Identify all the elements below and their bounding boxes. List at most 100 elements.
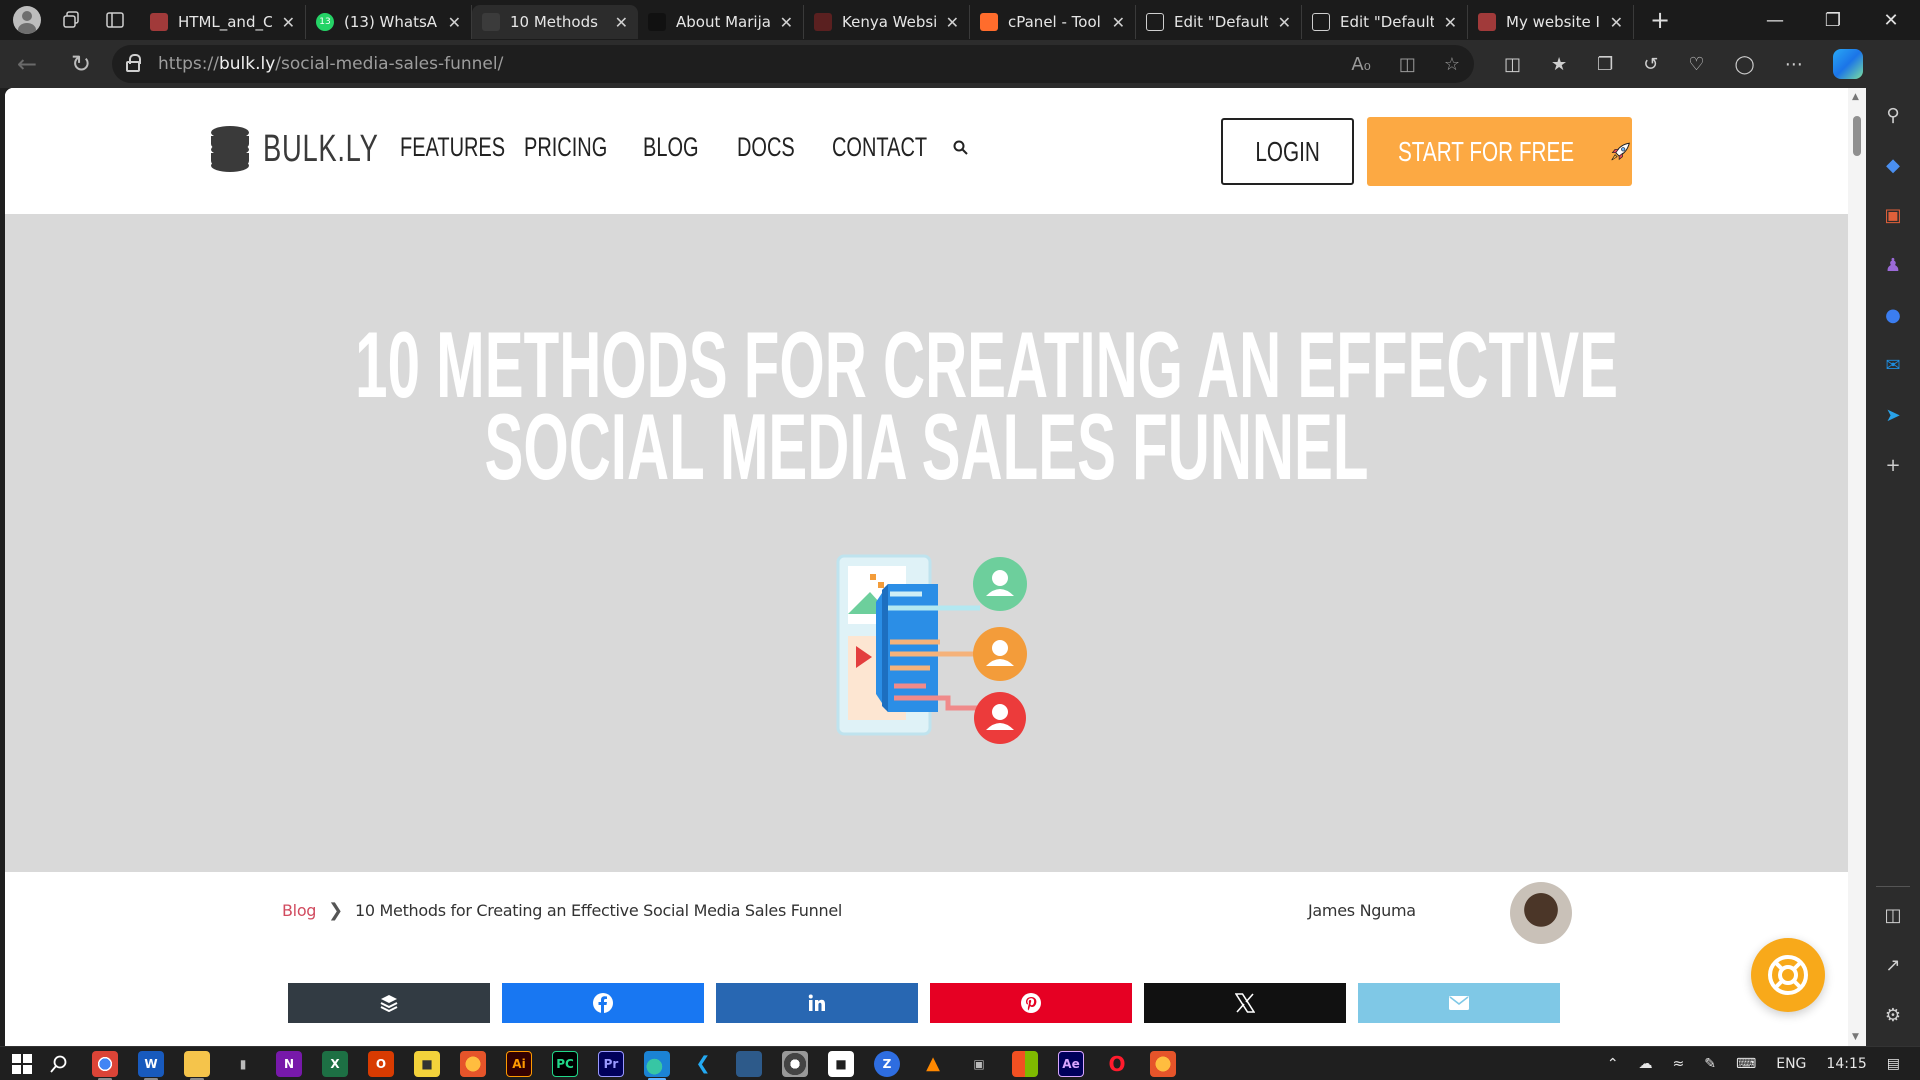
tab-close-icon[interactable]: ✕ (946, 13, 959, 32)
workspaces-icon[interactable] (56, 5, 86, 35)
browser-tab[interactable]: cPanel - Tool ✕ (970, 5, 1136, 39)
browser-tab[interactable]: About Marija ✕ (638, 5, 804, 39)
taskbar-search-icon[interactable] (46, 1051, 72, 1077)
after-effects-icon[interactable]: Ae (1058, 1050, 1084, 1077)
chrome-icon[interactable] (92, 1050, 118, 1080)
opera-icon[interactable]: O (1104, 1051, 1130, 1077)
menu-contact[interactable]: CONTACT (832, 132, 927, 163)
file-explorer-icon[interactable] (184, 1050, 210, 1080)
tab-close-icon[interactable]: ✕ (780, 13, 793, 32)
browser-tab[interactable]: 13 (13) WhatsAp ✕ (306, 5, 472, 39)
share-buffer-button[interactable] (288, 983, 490, 1023)
premiere-icon[interactable]: Pr (598, 1050, 624, 1077)
copilot-sidebar-icon[interactable]: ● (1880, 302, 1906, 328)
wifi-icon[interactable]: ≈ (1673, 1056, 1685, 1072)
refresh-button[interactable]: ↻ (54, 50, 108, 78)
obs-icon[interactable] (782, 1050, 808, 1077)
tab-actions-icon[interactable] (100, 5, 130, 35)
split-screen-icon[interactable]: ◫ (1504, 54, 1521, 75)
breadcrumb-blog-link[interactable]: Blog (282, 901, 316, 920)
tools-icon[interactable]: ▣ (1880, 202, 1906, 228)
address-bar[interactable]: https://bulk.ly/social-media-sales-funne… (112, 45, 1474, 83)
tab-close-icon[interactable]: ✕ (1610, 13, 1623, 32)
collections-icon[interactable]: ❐ (1597, 54, 1613, 75)
games-icon[interactable]: ♟ (1880, 252, 1906, 278)
help-lifebuoy-button[interactable] (1751, 938, 1825, 1012)
microsoft-store-icon[interactable] (1012, 1050, 1038, 1077)
tab-close-icon[interactable]: ✕ (448, 13, 461, 32)
browser-tab[interactable]: Kenya Websi ✕ (804, 5, 970, 39)
favorites-icon[interactable]: ★ (1551, 54, 1567, 75)
edge-icon[interactable] (644, 1050, 670, 1080)
share-linkedin-button[interactable] (716, 983, 918, 1023)
usb-device-icon[interactable]: ▮ (230, 1051, 256, 1077)
menu-pricing[interactable]: PRICING (524, 132, 607, 163)
settings-gear-icon[interactable]: ⚙ (1880, 1002, 1906, 1028)
windows-start-button[interactable] (0, 1053, 44, 1074)
office-icon[interactable]: O (368, 1050, 394, 1077)
bulkly-logo[interactable]: BULK.LY (211, 126, 393, 172)
scrollbar-thumb[interactable] (1853, 116, 1861, 156)
search-icon[interactable]: ⚲ (1880, 102, 1906, 128)
menu-features[interactable]: FEATURES (400, 132, 505, 163)
copilot-icon[interactable] (1832, 49, 1863, 79)
menu-docs[interactable]: DOCS (737, 132, 795, 163)
immersive-reader-icon[interactable]: ◫ (1399, 54, 1416, 75)
author-avatar[interactable] (1510, 882, 1572, 944)
word-icon[interactable]: W (138, 1050, 164, 1080)
touch-keyboard-icon[interactable]: ⌨ (1736, 1056, 1756, 1072)
pen-icon[interactable]: ✎ (1704, 1056, 1716, 1072)
share-facebook-button[interactable] (502, 983, 704, 1023)
url-text[interactable]: https://bulk.ly/social-media-sales-funne… (158, 54, 503, 74)
external-link-icon[interactable]: ↗ (1880, 952, 1906, 978)
minimize-button[interactable]: — (1746, 0, 1804, 40)
outlook-icon[interactable]: ✉ (1880, 352, 1906, 378)
tab-close-icon[interactable]: ✕ (1112, 13, 1125, 32)
new-tab-button[interactable]: + (1634, 6, 1686, 34)
notifications-icon[interactable]: ▤ (1887, 1056, 1900, 1072)
author-name[interactable]: James Nguma (1308, 901, 1416, 920)
close-window-button[interactable]: ✕ (1862, 0, 1920, 40)
tab-close-icon[interactable]: ✕ (615, 13, 628, 32)
tab-close-icon[interactable]: ✕ (1444, 13, 1457, 32)
hide-sidebar-icon[interactable]: ◫ (1880, 902, 1906, 928)
favorite-star-icon[interactable]: ☆ (1444, 54, 1460, 75)
vlc-icon[interactable]: ▲ (920, 1051, 946, 1077)
tab-close-icon[interactable]: ✕ (1278, 13, 1291, 32)
start-for-free-button[interactable]: START FOR FREE (1367, 117, 1632, 186)
tab-close-icon[interactable]: ✕ (282, 13, 295, 32)
shopping-icon[interactable]: ◆ (1880, 152, 1906, 178)
login-button[interactable]: LOGIN (1221, 118, 1354, 185)
sticky-notes-icon[interactable]: ■ (414, 1050, 440, 1077)
browser-tab[interactable]: HTML_and_C ✕ (140, 5, 306, 39)
remote-desktop-icon[interactable]: ▣ (966, 1051, 992, 1077)
send-icon[interactable]: ➤ (1880, 402, 1906, 428)
tray-overflow-chevron-icon[interactable]: ⌃ (1607, 1056, 1619, 1072)
clock-time[interactable]: 14:15 (1826, 1056, 1866, 1072)
firefox-dev-icon[interactable] (1150, 1050, 1176, 1077)
browser-tab[interactable]: My website I ✕ (1468, 5, 1634, 39)
zoom-icon[interactable]: Z (874, 1050, 900, 1077)
share-email-button[interactable] (1358, 983, 1560, 1023)
menu-blog[interactable]: BLOG (643, 132, 699, 163)
browser-tab[interactable]: 10 Methods ✕ (472, 5, 638, 39)
onenote-icon[interactable]: N (276, 1050, 302, 1077)
back-button[interactable]: ← (0, 50, 54, 78)
search-icon[interactable] (953, 140, 968, 155)
share-x-button[interactable] (1144, 983, 1346, 1023)
page-scrollbar[interactable]: ▲ ▼ (1848, 88, 1866, 1046)
history-icon[interactable]: ↺ (1643, 54, 1658, 75)
onedrive-cloud-icon[interactable]: ☁ (1639, 1056, 1653, 1072)
illustrator-icon[interactable]: Ai (506, 1050, 532, 1077)
media-app-icon[interactable]: ■ (828, 1050, 854, 1077)
read-aloud-icon[interactable]: A₀ (1351, 54, 1371, 75)
firefox-icon[interactable] (460, 1050, 486, 1077)
profile-avatar-icon[interactable] (12, 5, 42, 35)
mysql-workbench-icon[interactable] (736, 1050, 762, 1077)
more-menu-icon[interactable]: ⋯ (1785, 54, 1803, 75)
browser-tab[interactable]: Edit "Default ✕ (1302, 5, 1468, 39)
browser-essentials-icon[interactable]: ◯ (1735, 54, 1755, 75)
restore-button[interactable]: ❐ (1804, 0, 1862, 40)
add-sidebar-app-icon[interactable]: + (1880, 452, 1906, 478)
lock-icon[interactable] (126, 54, 141, 72)
